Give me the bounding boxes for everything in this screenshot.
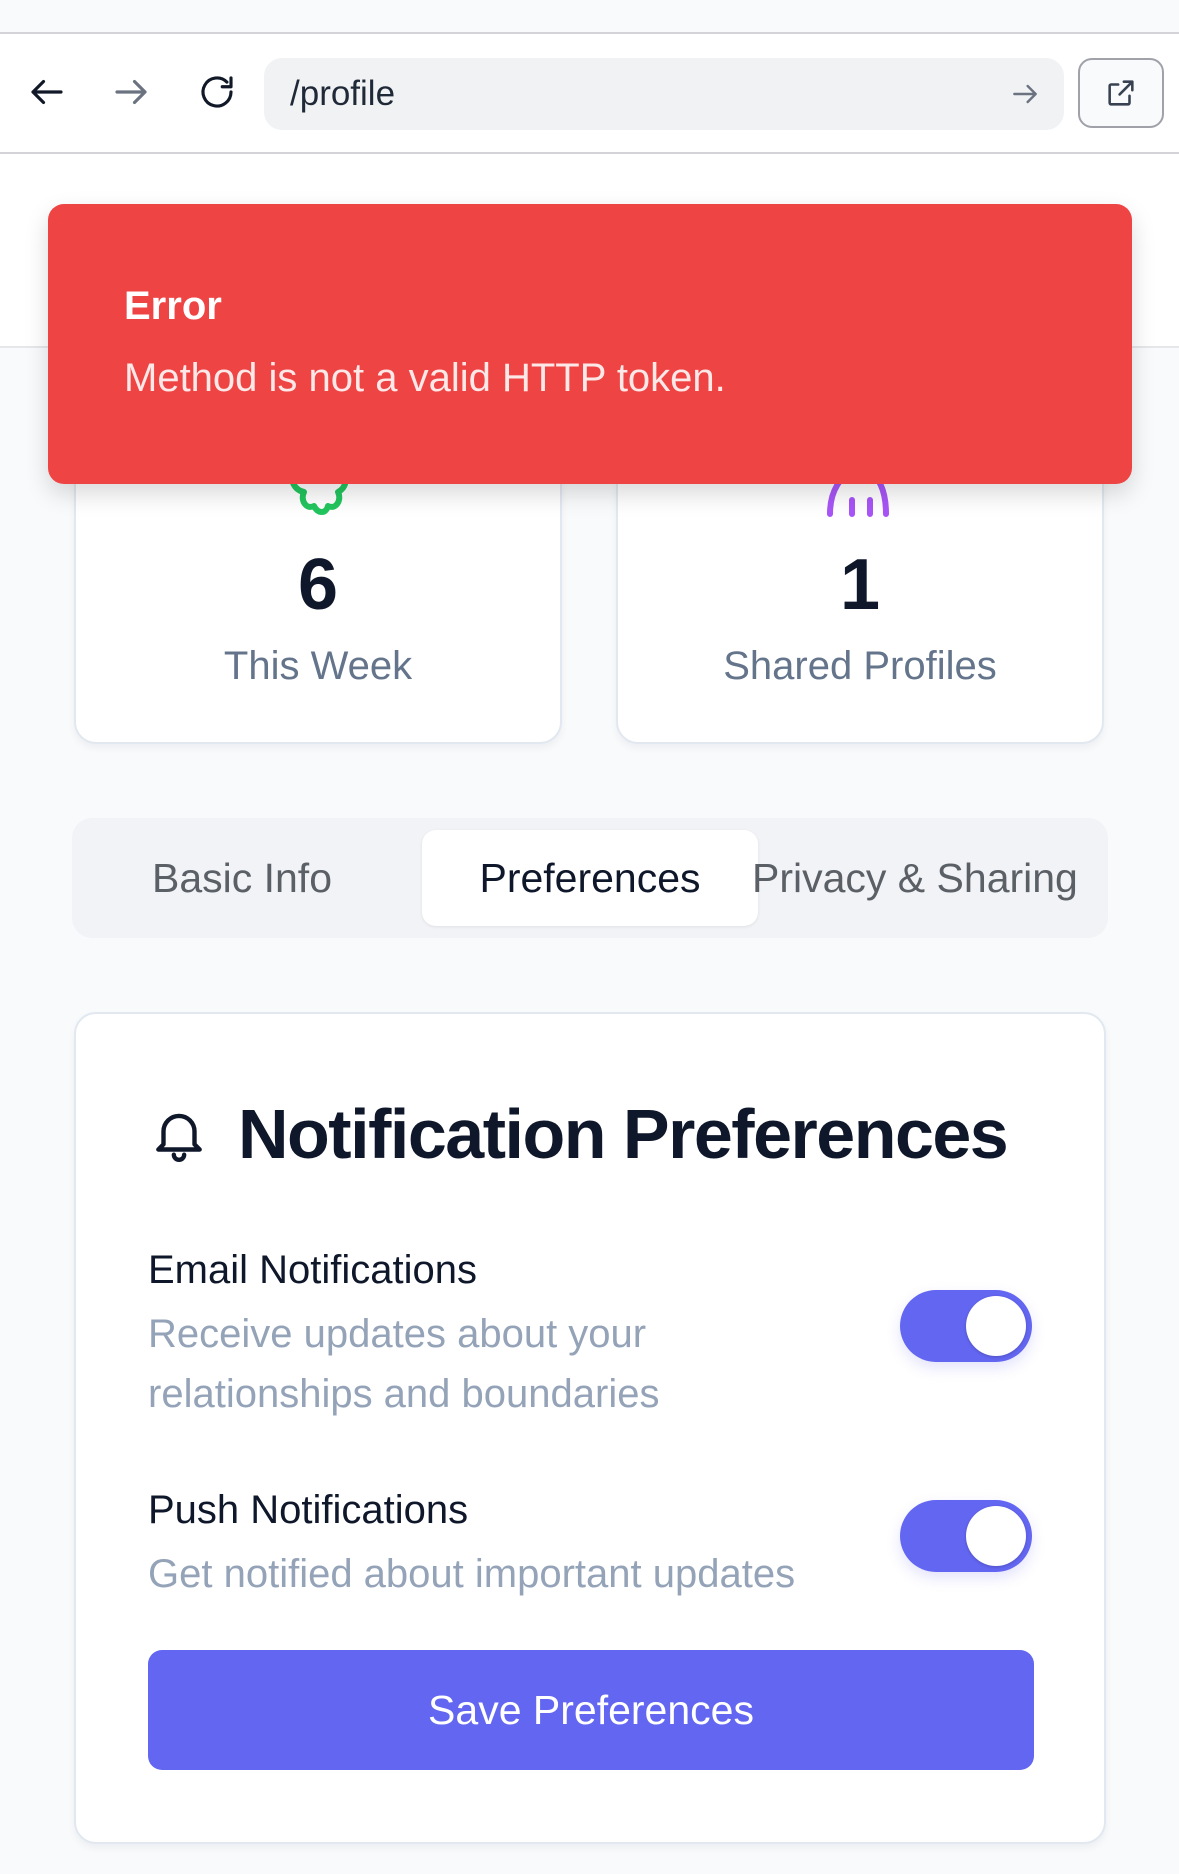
push-notifications-toggle[interactable] <box>900 1500 1032 1572</box>
setting-push-notifications: Push Notifications Get notified about im… <box>148 1482 878 1604</box>
save-preferences-button[interactable]: Save Preferences <box>148 1650 1034 1770</box>
card-header: Notification Preferences <box>148 1084 1009 1184</box>
tab-basic-info[interactable]: Basic Info <box>92 830 392 926</box>
forward-button[interactable] <box>98 59 164 125</box>
stat-value: 1 <box>839 545 881 625</box>
open-external-button[interactable] <box>1078 58 1164 128</box>
setting-title: Email Notifications <box>148 1248 478 1292</box>
address-bar[interactable]: /profile <box>264 58 1064 130</box>
bell-icon <box>156 1113 202 1162</box>
card-title: Notification Preferences <box>238 1095 1009 1173</box>
go-button[interactable] <box>1002 71 1048 117</box>
profile-tabs: Basic Info Preferences Privacy & Sharing <box>72 818 1108 938</box>
reload-button[interactable] <box>184 59 250 125</box>
toast-title: Error <box>124 284 222 328</box>
arrow-left-icon <box>31 79 63 105</box>
back-button[interactable] <box>14 59 80 125</box>
external-link-icon <box>1108 80 1134 106</box>
setting-title: Push Notifications <box>148 1488 469 1532</box>
tab-preferences[interactable]: Preferences <box>422 830 758 926</box>
setting-description: Receive updates about your relationships… <box>148 1312 660 1416</box>
toggle-knob <box>966 1296 1026 1356</box>
toggle-knob <box>966 1506 1026 1566</box>
setting-description: Get notified about important updates <box>148 1552 796 1596</box>
tab-privacy-sharing[interactable]: Privacy & Sharing <box>752 830 1112 926</box>
stat-label: Shared Profiles <box>723 644 997 688</box>
toast-message: Method is not a valid HTTP token. <box>124 356 726 400</box>
notification-preferences-card: Notification Preferences Email Notificat… <box>74 1012 1106 1844</box>
stat-value: 6 <box>297 545 339 625</box>
stat-label: This Week <box>223 644 413 688</box>
setting-email-notifications: Email Notifications Receive updates abou… <box>148 1242 878 1424</box>
url-text[interactable]: /profile <box>290 74 1002 114</box>
browser-toolbar: /profile <box>0 34 1179 154</box>
arrow-right-icon <box>1013 84 1037 104</box>
error-toast[interactable]: Error Method is not a valid HTTP token. <box>48 204 1132 484</box>
window-top-strip <box>0 0 1179 34</box>
reload-icon <box>201 76 233 108</box>
arrow-right-icon <box>115 79 147 105</box>
email-notifications-toggle[interactable] <box>900 1290 1032 1362</box>
